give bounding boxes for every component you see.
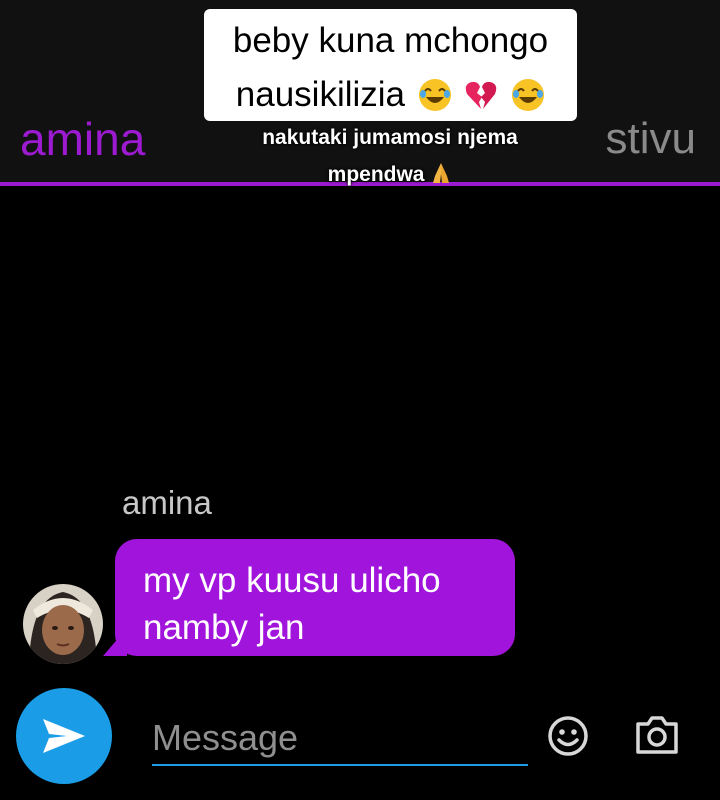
sender-avatar[interactable] <box>23 584 103 664</box>
message-bubble[interactable]: my vp kuusu ulicho namby jan <box>115 539 515 656</box>
send-icon <box>43 719 85 753</box>
video-subtitle-line-1: nakutaki jumamosi njema <box>262 126 518 149</box>
message-sender-name: amina <box>122 484 212 521</box>
praying-hands-icon <box>433 163 450 183</box>
caption-line-2: nausikilizia <box>204 75 577 115</box>
caption-line-1: beby kuna mchongo <box>232 21 549 60</box>
contact-name-right[interactable]: stivu <box>606 114 696 164</box>
joy-emoji-icon <box>512 79 545 111</box>
camera-icon[interactable] <box>634 714 680 756</box>
broken-heart-icon <box>466 81 497 109</box>
message-input[interactable] <box>152 712 528 766</box>
video-subtitle-line-2: mpendwa <box>200 162 580 187</box>
joy-emoji-icon <box>418 79 451 111</box>
message-text: my vp kuusu ulicho namby jan <box>143 557 495 651</box>
send-button[interactable] <box>16 688 112 784</box>
message-text-line-2: namby jan <box>143 608 305 647</box>
avatar-image <box>23 584 103 664</box>
caption-line-2-text: nausikilizia <box>235 75 406 114</box>
video-caption-box: beby kuna mchongo nausikilizia <box>204 9 577 121</box>
message-text-line-1: my vp kuusu ulicho <box>143 561 441 600</box>
video-subtitle-line-2-text: mpendwa <box>327 163 425 186</box>
emoji-icon[interactable] <box>546 714 590 758</box>
contact-name-left[interactable]: amina <box>20 112 145 166</box>
